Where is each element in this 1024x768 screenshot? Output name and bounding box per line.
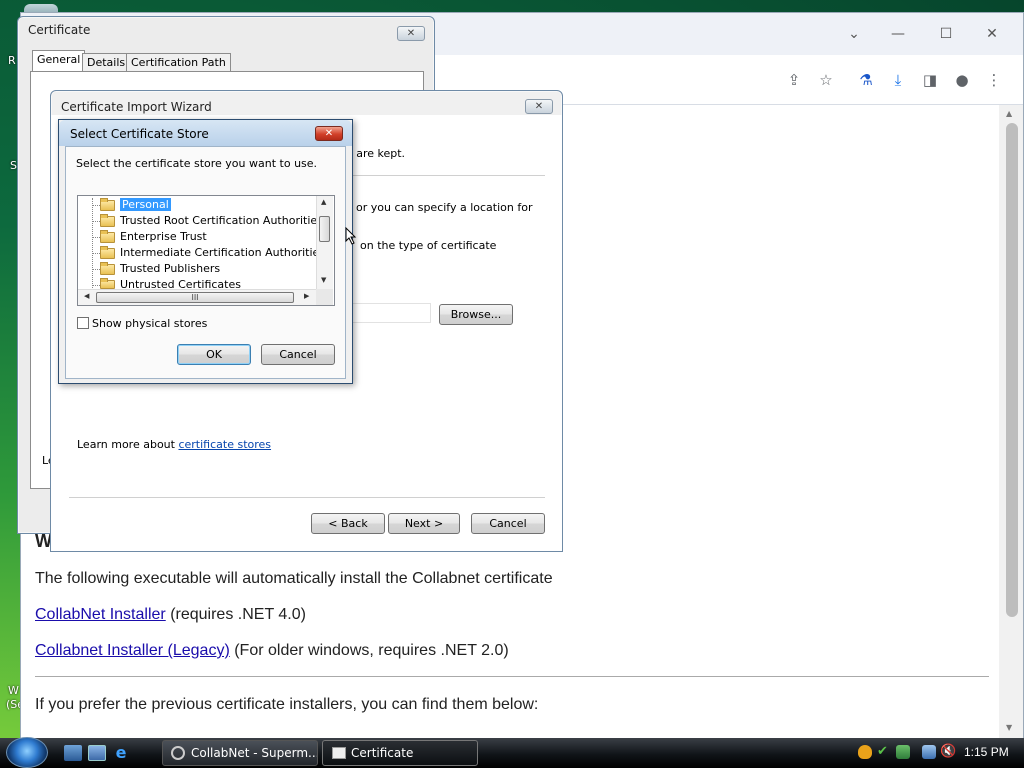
scrollbar-thumb[interactable]: [1006, 123, 1018, 617]
taskbar-item-browser[interactable]: CollabNet - Superm...: [162, 740, 318, 766]
desktop-icon-label: R: [8, 54, 16, 67]
tree-item-untrusted[interactable]: Untrusted Certificates: [120, 277, 241, 289]
browse-button[interactable]: Browse...: [439, 304, 513, 325]
tab-general[interactable]: General: [32, 50, 86, 73]
scroll-corner: [316, 289, 333, 305]
tree-vertical-scrollbar[interactable]: ▲ ▼: [316, 196, 333, 290]
scrollbar-thumb[interactable]: [319, 216, 330, 242]
minimize-button[interactable]: —: [883, 23, 913, 45]
dialog-titlebar: Select Certificate Store ✕: [59, 120, 352, 146]
folder-icon: [100, 214, 115, 227]
divider: [35, 676, 989, 677]
link-note: (requires .NET 4.0): [170, 606, 306, 623]
folder-icon: [100, 278, 115, 289]
close-icon[interactable]: ✕: [315, 126, 343, 141]
security-shield-icon[interactable]: [858, 745, 872, 759]
tab-search-chevron-icon[interactable]: ⌄: [839, 23, 869, 45]
tree-item-enterprise-trust[interactable]: Enterprise Trust: [120, 229, 207, 245]
menu-icon[interactable]: ⋮: [983, 69, 1005, 91]
checkmark-icon[interactable]: ✔: [877, 745, 891, 759]
desktop-icon-label: S: [10, 159, 17, 172]
tree-item-trusted-root[interactable]: Trusted Root Certification Authorities: [120, 213, 323, 229]
previous-installers-text: If you prefer the previous certificate i…: [35, 696, 539, 713]
scroll-down-icon[interactable]: ▼: [1006, 723, 1012, 732]
page-scrollbar[interactable]: ▲ ▼: [999, 105, 1023, 739]
scroll-right-icon[interactable]: ▶: [304, 292, 309, 300]
store-path-field: [351, 303, 431, 323]
download-icon[interactable]: ⤓: [887, 69, 909, 91]
browser-icon: [171, 746, 185, 760]
window-title: Certificate: [28, 23, 91, 37]
wizard-text: or you can specify a location for: [356, 201, 533, 214]
tree-line: [92, 198, 93, 292]
prompt-text: Select the certificate store you want to…: [76, 157, 318, 170]
tab-details[interactable]: Details: [82, 53, 131, 72]
tab-certification-path[interactable]: Certification Path: [126, 53, 231, 72]
window-title: Certificate Import Wizard: [61, 100, 212, 114]
tree-horizontal-scrollbar[interactable]: ◀ III ▶: [78, 289, 317, 305]
scrollbar-thumb[interactable]: III: [96, 292, 294, 303]
network-status-icon[interactable]: [896, 745, 910, 759]
labs-icon[interactable]: ⚗: [855, 69, 877, 91]
mouse-cursor-icon: [345, 227, 357, 245]
close-button[interactable]: ✕: [977, 23, 1007, 45]
start-button[interactable]: [6, 737, 48, 768]
learn-more-label: Learn more about: [77, 438, 179, 451]
scroll-left-icon[interactable]: ◀: [84, 292, 89, 300]
folder-icon: [100, 230, 115, 243]
scroll-up-icon[interactable]: ▲: [1006, 109, 1012, 118]
ok-button[interactable]: OK: [177, 344, 251, 365]
certificate-stores-link[interactable]: certificate stores: [178, 438, 271, 451]
star-icon[interactable]: ☆: [815, 69, 837, 91]
folder-icon: [100, 246, 115, 259]
scroll-down-icon[interactable]: ▼: [321, 276, 326, 284]
wizard-text: s are kept.: [347, 147, 406, 160]
close-icon[interactable]: ✕: [397, 26, 425, 41]
next-button[interactable]: Next >: [388, 513, 460, 534]
store-tree[interactable]: Personal Trusted Root Certification Auth…: [77, 195, 335, 306]
back-button[interactable]: < Back: [311, 513, 385, 534]
clock[interactable]: 1:15 PM: [964, 745, 1009, 759]
cancel-button[interactable]: Cancel: [471, 513, 545, 534]
scroll-up-icon[interactable]: ▲: [321, 198, 326, 206]
wizard-text: on the type of certificate: [360, 239, 497, 252]
task-label: Certificate: [351, 746, 414, 760]
show-physical-stores-label[interactable]: Show physical stores: [92, 317, 207, 330]
certificate-icon: [332, 747, 346, 759]
folder-icon: [100, 198, 115, 211]
cancel-button[interactable]: Cancel: [261, 344, 335, 365]
select-certificate-store-dialog: Select Certificate Store ✕ Select the ce…: [58, 119, 353, 384]
tree-item-intermediate[interactable]: Intermediate Certification Authorities: [120, 245, 325, 261]
dialog-title: Select Certificate Store: [70, 127, 209, 141]
show-desktop-icon[interactable]: [64, 745, 82, 761]
volume-muted-icon[interactable]: 🔇: [940, 745, 956, 759]
intro-text: The following executable will automatica…: [35, 570, 553, 587]
profile-icon[interactable]: ●: [951, 69, 973, 91]
internet-explorer-icon[interactable]: e: [112, 745, 130, 761]
divider: [69, 497, 545, 498]
share-icon[interactable]: ⇪: [783, 69, 805, 91]
tree-item-trusted-publishers[interactable]: Trusted Publishers: [120, 261, 220, 277]
close-icon[interactable]: ✕: [525, 99, 553, 114]
task-label: CollabNet - Superm...: [191, 746, 318, 760]
switch-windows-icon[interactable]: [88, 745, 106, 761]
sidebar-icon[interactable]: ◨: [919, 69, 941, 91]
link-note: (For older windows, requires .NET 2.0): [234, 642, 509, 659]
desktop-icon-label: W: [8, 684, 19, 697]
taskbar-item-certificate[interactable]: Certificate: [322, 740, 478, 766]
maximize-button[interactable]: ☐: [931, 23, 961, 45]
tree-item-personal[interactable]: Personal: [119, 197, 172, 213]
collabnet-installer-link[interactable]: CollabNet Installer: [35, 606, 166, 623]
network-icon[interactable]: [922, 745, 936, 759]
folder-icon: [100, 262, 115, 275]
show-physical-stores-checkbox[interactable]: [77, 317, 89, 329]
collabnet-installer-legacy-link[interactable]: Collabnet Installer (Legacy): [35, 642, 230, 659]
